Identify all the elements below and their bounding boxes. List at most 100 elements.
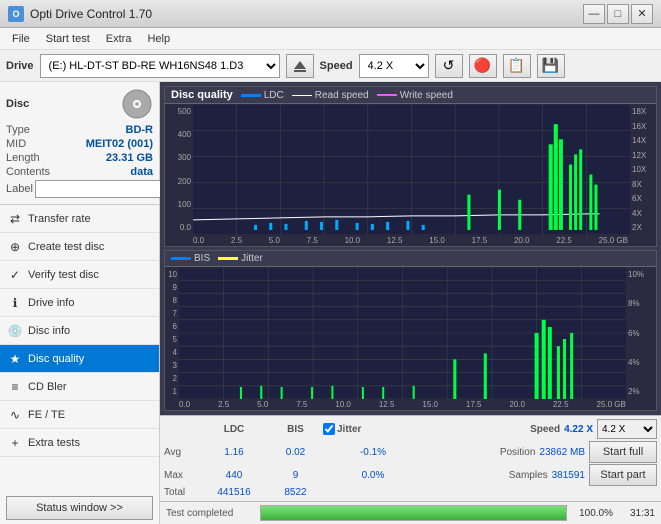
menu-file[interactable]: File <box>4 31 38 47</box>
jitter-col-area: Jitter <box>323 423 423 435</box>
y-right-16x: 16X <box>632 122 654 131</box>
sidebar-item-transfer-rate[interactable]: ⇄ Transfer rate <box>0 205 159 233</box>
cd-bler-icon: ≡ <box>8 380 22 394</box>
main-layout: Disc Type BD-R MID MEIT02 (001) Length 2… <box>0 82 661 524</box>
disc-mid-label: MID <box>6 138 26 150</box>
max-bis: 9 <box>268 470 323 481</box>
create-test-label: Create test disc <box>28 241 104 253</box>
y-right-8x: 8X <box>632 180 654 189</box>
extra-tests-icon: + <box>8 436 22 450</box>
minimize-button[interactable]: — <box>583 4 605 24</box>
speed-label: Speed <box>320 60 353 72</box>
menu-extra[interactable]: Extra <box>98 31 140 47</box>
disc-icon <box>121 88 153 120</box>
jitter-checkbox[interactable] <box>323 423 335 435</box>
y-label-400: 400 <box>178 130 191 139</box>
save-button[interactable]: 💾 <box>537 54 565 78</box>
total-row: Total 441516 8522 <box>164 487 657 498</box>
cd-bler-label: CD Bler <box>28 381 67 393</box>
progress-bar-outer <box>260 505 567 521</box>
status-window-button[interactable]: Status window >> <box>6 496 153 520</box>
y-label-0: 0.0 <box>180 223 191 232</box>
sidebar: Disc Type BD-R MID MEIT02 (001) Length 2… <box>0 82 160 524</box>
bis-col-header: BIS <box>268 424 323 435</box>
y-right-6x: 6X <box>632 194 654 203</box>
y-label-200: 200 <box>178 177 191 186</box>
disc-label-label: Label <box>6 183 33 195</box>
bottom-chart-plot <box>179 267 626 399</box>
sidebar-item-disc-info[interactable]: 💿 Disc info <box>0 317 159 345</box>
y-right-14x: 14X <box>632 136 654 145</box>
disc-label-input[interactable] <box>35 180 173 198</box>
fe-te-icon: ∿ <box>8 408 22 422</box>
burn-button[interactable]: 🔴 <box>469 54 497 78</box>
elapsed-time: 31:31 <box>617 508 655 519</box>
bottom-chart-header: BIS Jitter <box>165 251 656 267</box>
y-right-18x: 18X <box>632 107 654 116</box>
charts-area: Disc quality LDC Read speed Write speed <box>160 82 661 415</box>
eject-button[interactable] <box>286 54 314 78</box>
y-right-4x: 4X <box>632 209 654 218</box>
speed-selector[interactable]: 4.2 X <box>597 419 657 439</box>
bottom-y-axis-left: 10 9 8 7 6 5 4 3 2 1 <box>165 267 179 399</box>
sidebar-item-extra-tests[interactable]: + Extra tests <box>0 429 159 457</box>
top-x-axis: 0.0 2.5 5.0 7.5 10.0 12.5 15.0 17.5 20.0… <box>165 235 656 246</box>
top-y-axis-right: 18X 16X 14X 12X 10X 8X 6X 4X 2X <box>630 104 656 235</box>
total-bis: 8522 <box>268 487 323 498</box>
x-50: 5.0 <box>269 236 280 245</box>
jitter-col-header: Jitter <box>337 424 361 435</box>
bis-legend-label: BIS <box>194 253 210 264</box>
start-part-button[interactable]: Start part <box>589 464 657 486</box>
sidebar-item-verify-test-disc[interactable]: ✓ Verify test disc <box>0 261 159 289</box>
drive-select[interactable]: (E:) HL-DT-ST BD-RE WH16NS48 1.D3 <box>40 54 280 78</box>
close-button[interactable]: ✕ <box>631 4 653 24</box>
drive-label: Drive <box>6 60 34 72</box>
bottom-x-axis: 0.0 2.5 5.0 7.5 10.0 12.5 15.0 17.5 20.0… <box>165 399 656 410</box>
position-label: Position <box>500 447 536 458</box>
jitter-legend-color <box>218 257 238 260</box>
samples-value: 381591 <box>552 470 585 481</box>
copy-button[interactable]: 📋 <box>503 54 531 78</box>
bottom-chart-svg <box>179 267 626 399</box>
disc-title: Disc <box>6 98 29 110</box>
maximize-button[interactable]: □ <box>607 4 629 24</box>
total-ldc: 441516 <box>200 487 268 498</box>
sidebar-item-create-test-disc[interactable]: ⊕ Create test disc <box>0 233 159 261</box>
sidebar-item-fe-te[interactable]: ∿ FE / TE <box>0 401 159 429</box>
bis-legend: BIS <box>171 253 210 264</box>
ldc-col-header: LDC <box>200 424 268 435</box>
speed-select[interactable]: 4.2 X <box>359 54 429 78</box>
drive-info-label: Drive info <box>28 297 74 309</box>
disc-mid-value: MEIT02 (001) <box>86 138 153 150</box>
bottom-y-axis-right: 10% 8% 6% 4% 2% <box>626 267 656 399</box>
disc-contents-row: Contents data <box>6 166 153 178</box>
sidebar-item-drive-info[interactable]: ℹ Drive info <box>0 289 159 317</box>
menu-start-test[interactable]: Start test <box>38 31 98 47</box>
drivebar: Drive (E:) HL-DT-ST BD-RE WH16NS48 1.D3 … <box>0 50 661 82</box>
drive-info-icon: ℹ <box>8 296 22 310</box>
top-chart-plot <box>193 104 630 235</box>
progress-area: Test completed 100.0% 31:31 <box>160 501 661 524</box>
disc-info-label: Disc info <box>28 325 70 337</box>
refresh-button[interactable]: ↺ <box>435 54 463 78</box>
disc-contents-label: Contents <box>6 166 50 178</box>
avg-jitter: -0.1% <box>323 447 423 458</box>
x-0: 0.0 <box>193 236 204 245</box>
write-speed-label: Write speed <box>400 90 453 101</box>
x-250: 25.0 GB <box>599 236 628 245</box>
y-label-300: 300 <box>178 153 191 162</box>
sidebar-item-disc-quality[interactable]: ★ Disc quality <box>0 345 159 373</box>
sidebar-item-cd-bler[interactable]: ≡ CD Bler <box>0 373 159 401</box>
disc-type-row: Type BD-R <box>6 124 153 136</box>
stats-panel: LDC BIS Jitter Speed 4.22 X 4.2 X Avg 1.… <box>160 415 661 501</box>
top-chart-svg <box>193 104 630 235</box>
bottom-chart: BIS Jitter 10 9 8 7 6 5 <box>164 250 657 411</box>
disc-panel: Disc Type BD-R MID MEIT02 (001) Length 2… <box>0 82 159 205</box>
start-full-button[interactable]: Start full <box>589 441 657 463</box>
disc-length-value: 23.31 GB <box>106 152 153 164</box>
samples-area: Samples 381591 Start part <box>509 464 657 486</box>
verify-test-label: Verify test disc <box>28 269 99 281</box>
y-right-10x: 10X <box>632 165 654 174</box>
position-value: 23862 MB <box>539 447 585 458</box>
menu-help[interactable]: Help <box>139 31 178 47</box>
